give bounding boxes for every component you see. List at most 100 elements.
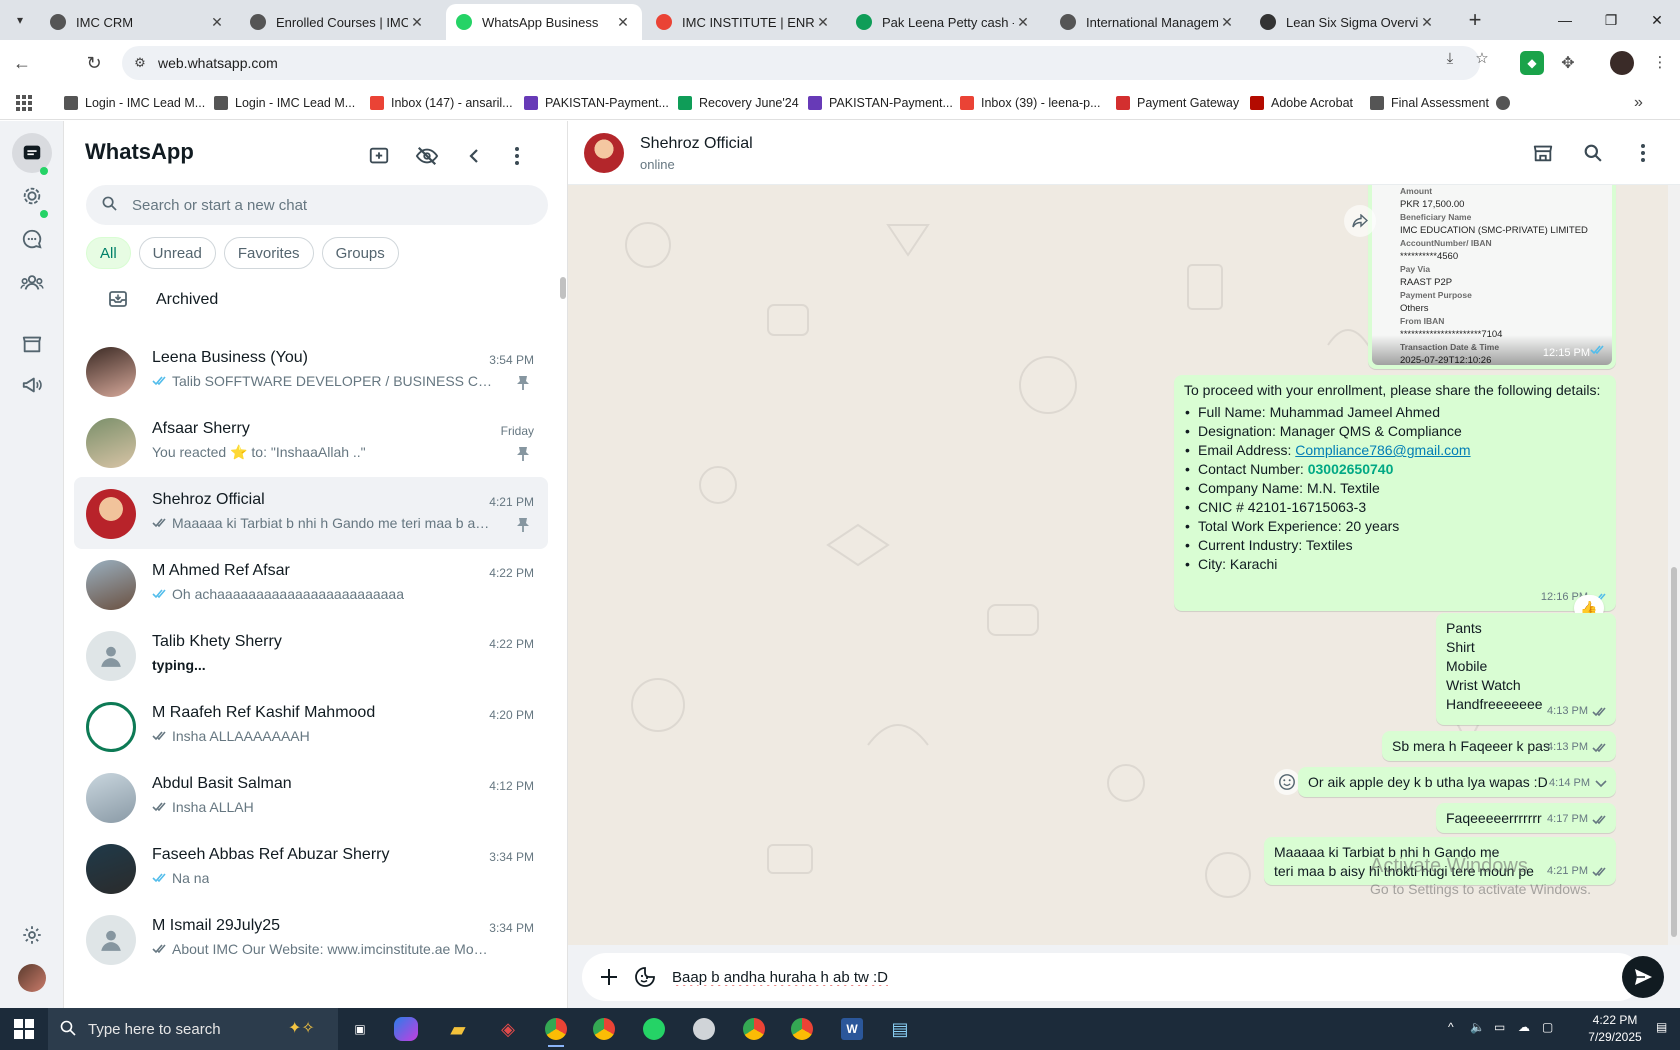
address-bar[interactable]: ⚙ web.whatsapp.com	[122, 46, 1480, 80]
word-icon[interactable]: W	[836, 1014, 868, 1044]
bookmark-item[interactable]: Adobe Acrobat	[1250, 92, 1353, 114]
bookmark-item[interactable]: Login - IMC Lead M...	[64, 92, 205, 114]
message-bubble[interactable]: Or aik apple dey k b utha lya wapas :D 4…	[1298, 767, 1616, 797]
task-view-icon[interactable]: ▣	[344, 1014, 376, 1044]
filter-favorites[interactable]: Favorites	[223, 237, 314, 269]
chat-item[interactable]: M Ahmed Ref Afsar 4:22 PM Oh achaaaaaaaaaa…	[74, 548, 548, 620]
bookmark-item[interactable]: Inbox (39) - leena-p...	[960, 92, 1101, 114]
chat-avatar[interactable]	[86, 702, 136, 752]
close-tab-icon[interactable]: ✕	[408, 14, 426, 31]
display-icon[interactable]: ▢	[1542, 1020, 1553, 1034]
browser-tab[interactable]: IMC INSTITUTE | ENROLL✕	[646, 4, 842, 40]
sticker-emoji-icon[interactable]	[632, 964, 658, 990]
taskbar-clock[interactable]: 4:22 PM 7/29/2025	[1580, 1012, 1650, 1046]
chat-item[interactable]: M Ismail 29July25 3:34 PM About IMC Our We…	[74, 903, 548, 975]
close-tab-icon[interactable]: ✕	[1218, 14, 1236, 31]
archived-row[interactable]: Archived	[64, 269, 554, 331]
chat-item[interactable]: M Raafeh Ref Kashif Mahmood 4:20 PM Insha …	[74, 690, 548, 762]
chrome-profile-icon[interactable]	[738, 1014, 770, 1044]
browser-tab[interactable]: WhatsApp Business ✕	[446, 4, 642, 40]
conversation-menu-icon[interactable]	[1630, 140, 1656, 166]
message-area[interactable]: Amount PKR 17,500.00 Beneficiary Name IMC E…	[568, 185, 1680, 945]
extension-icon[interactable]: ◆	[1520, 51, 1544, 75]
close-tab-icon[interactable]: ✕	[814, 14, 832, 31]
chat-item[interactable]: Afsaar Sherry Friday You reacted ⭐ to: "In…	[74, 406, 548, 478]
chat-item[interactable]: Talib Khety Sherry 4:22 PM typing...	[74, 619, 548, 691]
browser-tab[interactable]: Pak Leena Petty cash - Go✕	[846, 4, 1042, 40]
reload-icon[interactable]: ↻	[82, 51, 106, 75]
app-icon[interactable]: ◈	[492, 1014, 524, 1044]
message-bubble[interactable]: Pants Shirt Mobile Wrist Watch Handfreee…	[1436, 613, 1616, 725]
chat-item[interactable]: Abdul Basit Salman 4:12 PM Insha ALLAH	[74, 761, 548, 833]
settings-gear-icon[interactable]	[12, 915, 52, 955]
filter-groups[interactable]: Groups	[321, 237, 399, 269]
bookmark-star-icon[interactable]: ☆	[1472, 48, 1492, 68]
chat-avatar[interactable]	[86, 347, 136, 397]
back-icon[interactable]: ←	[10, 51, 34, 75]
clock-app-icon[interactable]	[688, 1014, 720, 1044]
communities-icon[interactable]	[12, 263, 52, 303]
browser-tab[interactable]: Lean Six Sigma Overview✕	[1250, 4, 1446, 40]
channels-icon[interactable]	[12, 219, 52, 259]
message-input[interactable]	[672, 965, 1572, 989]
sidebar-menu-icon[interactable]	[502, 141, 532, 171]
search-messages-icon[interactable]	[1580, 140, 1606, 166]
browser-tab[interactable]: International Manageme ✕	[1050, 4, 1246, 40]
detail-value[interactable]: 03002650740	[1308, 461, 1394, 477]
network-icon[interactable]: ▭	[1494, 1020, 1505, 1034]
url-text[interactable]: web.whatsapp.com	[158, 55, 278, 71]
chat-search-box[interactable]	[86, 185, 548, 225]
new-chat-icon[interactable]	[364, 141, 394, 171]
restore-icon[interactable]: ❐	[1588, 0, 1634, 40]
profile-avatar-icon[interactable]	[1610, 51, 1634, 75]
close-tab-icon[interactable]: ✕	[208, 14, 226, 31]
catalog-store-icon[interactable]	[12, 324, 52, 364]
tray-chevron-icon[interactable]: ^	[1448, 1020, 1454, 1034]
chat-avatar[interactable]	[86, 631, 136, 681]
conversation-header[interactable]: Shehroz Official online	[568, 121, 1680, 185]
more-bookmarks-icon[interactable]: »	[1634, 92, 1643, 114]
browser-tab[interactable]: IMC CRM ✕	[40, 4, 236, 40]
message-scrollbar[interactable]	[1668, 185, 1680, 945]
filter-unread[interactable]: Unread	[138, 237, 216, 269]
chat-item[interactable]: Faseeh Abbas Ref Abuzar Sherry 3:34 PM Na …	[74, 832, 548, 904]
search-input[interactable]	[132, 196, 532, 214]
new-tab-button[interactable]: +	[1462, 8, 1488, 34]
browser-menu-icon[interactable]: ⋮	[1650, 52, 1670, 72]
bookmark-item[interactable]: Login - IMC Lead M...	[214, 92, 355, 114]
message-options-chevron-icon[interactable]	[1594, 778, 1608, 789]
chat-item[interactable]: Leena Business (You) 3:54 PM Talib SOFFTWA…	[74, 335, 548, 407]
message-bubble[interactable]: Sb mera h Faqeeer k pas 4:13 PM	[1382, 731, 1616, 761]
react-emoji-icon[interactable]	[1274, 769, 1300, 795]
contact-avatar[interactable]	[584, 133, 624, 173]
cloud-icon[interactable]: ☁	[1518, 1020, 1530, 1034]
advertise-megaphone-icon[interactable]	[12, 365, 52, 405]
bookmark-item[interactable]: Payment Gateway	[1116, 92, 1239, 114]
browser-tab[interactable]: Enrolled Courses | IMC C✕	[240, 4, 436, 40]
notifications-icon[interactable]: ▤	[1656, 1020, 1667, 1034]
app-icon[interactable]: ▤	[884, 1014, 916, 1044]
bookmark-item[interactable]: Final Assessment	[1370, 92, 1489, 114]
file-explorer-icon[interactable]: ▰	[442, 1014, 474, 1044]
enrollment-details-message[interactable]: To proceed with your enrollment, please …	[1174, 375, 1616, 611]
close-tab-icon[interactable]: ✕	[1418, 14, 1436, 31]
apps-grid-icon[interactable]	[16, 95, 32, 111]
start-button[interactable]	[14, 1019, 34, 1039]
copilot-icon[interactable]	[394, 1017, 418, 1041]
taskbar-search[interactable]: Type here to search ✦✧	[48, 1008, 338, 1050]
bookmark-extra-icon[interactable]	[1496, 92, 1517, 114]
catalog-store-icon[interactable]	[1530, 140, 1556, 166]
send-button[interactable]	[1622, 956, 1664, 998]
chat-avatar[interactable]	[86, 773, 136, 823]
bookmark-item[interactable]: PAKISTAN-Payment...	[524, 92, 669, 114]
filter-all[interactable]: All	[86, 237, 131, 269]
contact-name[interactable]: Shehroz Official	[640, 135, 753, 153]
install-app-icon[interactable]: ⤓	[1440, 48, 1460, 68]
message-bubble[interactable]: Faqeeeeerrrrrrr 4:17 PM	[1436, 803, 1616, 833]
chrome-profile-icon[interactable]	[588, 1014, 620, 1044]
volume-icon[interactable]: 🔈	[1470, 1020, 1485, 1034]
close-tab-icon[interactable]: ✕	[1014, 14, 1032, 31]
bookmark-item[interactable]: Inbox (147) - ansaril...	[370, 92, 513, 114]
chrome-icon[interactable]	[540, 1014, 572, 1047]
chat-avatar[interactable]	[86, 418, 136, 468]
